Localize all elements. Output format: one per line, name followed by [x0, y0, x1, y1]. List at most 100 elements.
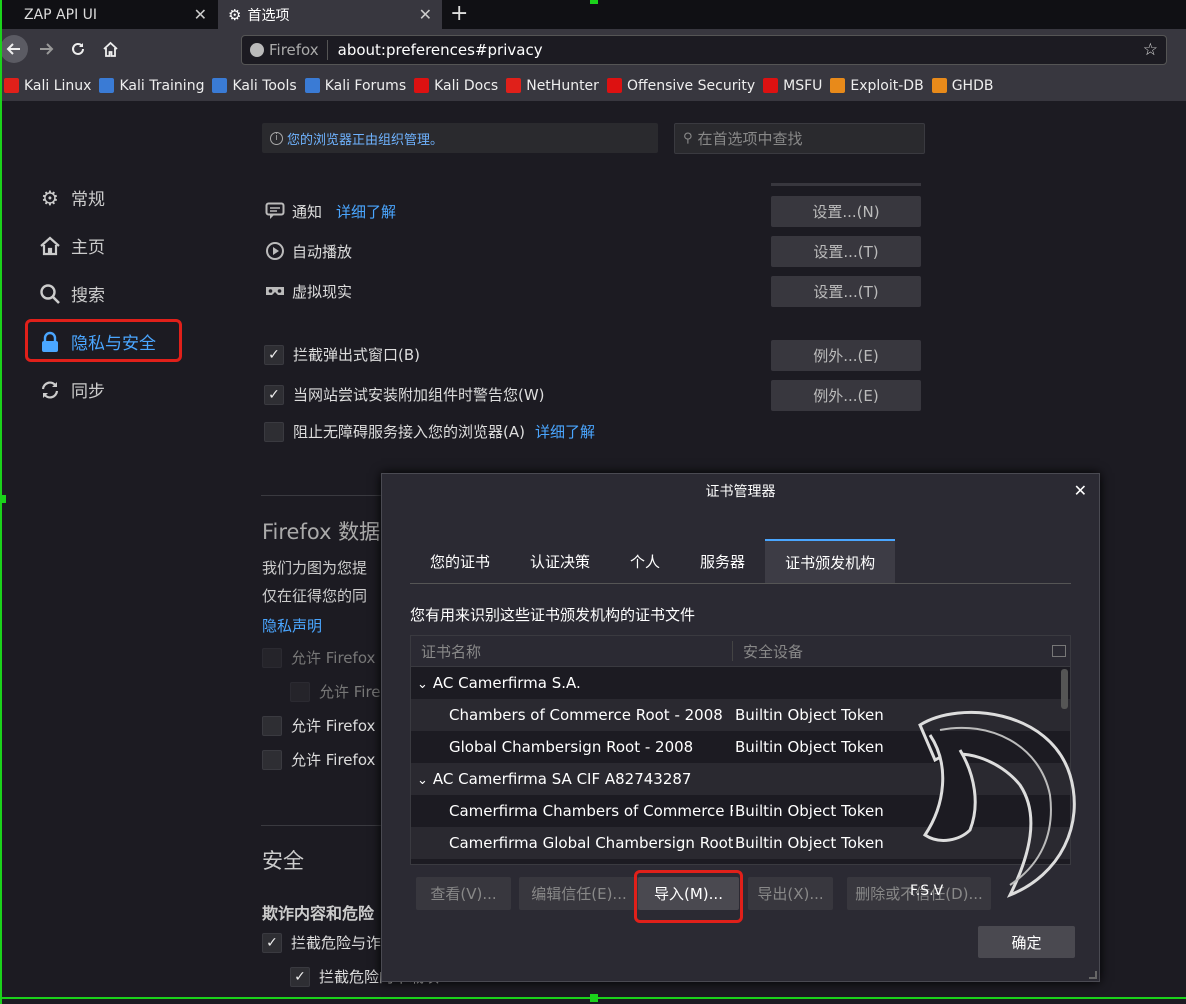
chevron-down-icon[interactable]: ⌄ — [417, 773, 428, 788]
allow-telemetry-row: 允许 Firefox — [262, 647, 375, 668]
section-divider — [261, 495, 381, 496]
export-button[interactable]: 导出(X)... — [748, 877, 833, 910]
allow-telemetry-checkbox[interactable] — [262, 647, 282, 668]
search-placeholder: 在首选项中查找 — [697, 130, 803, 148]
bookmark-item[interactable]: GHDB — [931, 77, 994, 94]
data-description-1: 我们力图为您提 — [262, 559, 368, 577]
bookmark-item[interactable]: Kali Forums — [304, 78, 406, 94]
url-address[interactable]: about:preferences#privacy — [328, 41, 543, 59]
search-icon — [38, 282, 62, 306]
block-dangerous-checkbox[interactable]: ✓ — [262, 932, 282, 953]
bookmark-label: MSFU — [783, 77, 823, 94]
column-security-device[interactable]: 安全设备 — [733, 641, 1052, 662]
tree-header: 证书名称 安全设备 — [411, 636, 1070, 667]
permission-notifications: 通知 详细了解 — [264, 200, 396, 222]
tab-people[interactable]: 个人 — [610, 539, 680, 583]
learn-more-link[interactable]: 详细了解 — [535, 421, 595, 442]
close-icon[interactable]: ✕ — [1074, 481, 1087, 500]
checkbox-label: 允许 Firefox — [291, 649, 376, 667]
allow-studies-row: 允许 Firefox — [262, 715, 375, 736]
tab-your-certificates[interactable]: 您的证书 — [410, 539, 510, 583]
privacy-notice-link[interactable]: 隐私声明 — [262, 615, 322, 636]
accessibility-block-row: 阻止无障碍服务接入您的浏览器(A) 详细了解 — [264, 421, 595, 442]
autoplay-settings-button[interactable]: 设置...(T) — [771, 236, 921, 267]
forward-button[interactable] — [32, 35, 60, 63]
bookmark-item[interactable]: NetHunter — [506, 78, 599, 94]
home-button[interactable] — [96, 35, 124, 63]
sidebar-item-home[interactable]: 主页 — [38, 233, 105, 258]
play-icon — [264, 240, 286, 262]
scrollbar-thumb[interactable] — [1061, 669, 1068, 709]
identity-box[interactable]: Firefox — [242, 40, 328, 60]
bookmark-item[interactable]: Offensive Security — [606, 78, 755, 94]
bookmark-favicon-icon — [830, 78, 846, 93]
bookmark-item[interactable]: Kali Tools — [212, 78, 297, 94]
vr-headset-icon — [264, 280, 286, 302]
accessibility-block-checkbox[interactable] — [264, 421, 284, 442]
cert-name-cell: Camerfirma Global Chambersign Root — [411, 834, 733, 852]
vr-settings-button[interactable]: 设置...(T) — [771, 276, 921, 307]
edit-trust-button[interactable]: 编辑信任(E)... — [519, 877, 639, 910]
new-tab-button[interactable]: + — [450, 1, 468, 26]
back-button[interactable] — [0, 35, 28, 63]
popup-exceptions-button[interactable]: 例外...(E) — [771, 340, 921, 371]
tab-authorities[interactable]: 证书颁发机构 — [765, 539, 896, 583]
sidebar-item-general[interactable]: ⚙ 常规 — [38, 185, 105, 211]
allow-studies-checkbox[interactable] — [262, 715, 282, 736]
tree-group-row[interactable]: ⌄ AC Camerfirma S.A. — [411, 667, 1070, 699]
star-icon[interactable]: ☆ — [1143, 40, 1158, 60]
block-downloads-checkbox[interactable]: ✓ — [290, 966, 310, 987]
bookmark-label: GHDB — [951, 77, 994, 94]
policy-banner-text: 您的浏览器正由组织管理。 — [287, 132, 444, 148]
addon-exceptions-button[interactable]: 例外...(E) — [771, 380, 921, 411]
tab-servers[interactable]: 服务器 — [680, 539, 765, 583]
column-picker-icon[interactable] — [1052, 645, 1066, 657]
resize-grip-icon[interactable] — [1089, 971, 1097, 979]
cert-name-text: Chambers of Commerce Root - 2008 — [449, 706, 723, 724]
bookmark-item[interactable]: Exploit-DB — [830, 78, 924, 94]
home-icon — [38, 234, 62, 258]
checkbox-label: 拦截危险与诈 — [291, 934, 382, 952]
bookmark-item[interactable]: Kali Linux — [4, 78, 91, 94]
allow-crash-reports-checkbox[interactable] — [262, 749, 282, 770]
cert-name-text: Camerfirma Global Chambersign Root — [449, 834, 733, 852]
bookmark-favicon-icon — [99, 78, 115, 93]
bookmark-favicon-icon — [304, 78, 320, 93]
learn-more-link[interactable]: 详细了解 — [336, 201, 396, 222]
close-tab-icon[interactable]: ✕ — [419, 5, 432, 24]
popup-block-checkbox[interactable]: ✓ — [264, 344, 284, 365]
checkbox-label: 拦截弹出式窗口(B) — [293, 346, 420, 364]
chevron-down-icon[interactable]: ⌄ — [417, 677, 428, 692]
bookmark-favicon-icon — [763, 78, 779, 93]
certificate-tabs: 您的证书 认证决策 个人 服务器 证书颁发机构 — [410, 539, 1071, 584]
sidebar-item-label: 主页 — [71, 238, 105, 258]
sidebar-item-search[interactable]: 搜索 — [38, 281, 105, 306]
checkbox-label: 允许 Fire — [319, 683, 381, 701]
notifications-settings-button[interactable]: 设置...(N) — [771, 196, 921, 227]
column-cert-name[interactable]: 证书名称 — [411, 641, 733, 661]
sidebar-item-sync[interactable]: 同步 — [38, 377, 105, 402]
bookmark-favicon-icon — [414, 78, 430, 93]
tab-label: ZAP API UI — [24, 6, 98, 23]
tab-zap-api-ui[interactable]: ZAP API UI ✕ — [0, 0, 217, 29]
ok-button[interactable]: 确定 — [978, 926, 1075, 958]
horse-watermark-logo: F.S.V — [910, 710, 1076, 899]
url-bar[interactable]: Firefox about:preferences#privacy ☆ — [241, 35, 1167, 65]
tab-authentication-decisions[interactable]: 认证决策 — [510, 539, 610, 583]
reload-button[interactable] — [64, 35, 92, 63]
bookmark-item[interactable]: Kali Docs — [414, 78, 498, 94]
bookmark-item[interactable]: MSFU — [763, 78, 822, 94]
bookmark-item[interactable]: Kali Training — [99, 78, 204, 94]
tab-preferences[interactable]: ⚙ 首选项 ✕ — [218, 0, 442, 29]
dialog-description: 您有用来识别这些证书颁发机构的证书文件 — [410, 606, 696, 624]
view-button[interactable]: 查看(V)... — [416, 877, 511, 910]
preferences-search-input[interactable]: ⚲ 在首选项中查找 — [674, 123, 925, 154]
policy-banner[interactable]: i 您的浏览器正由组织管理。 — [262, 123, 658, 153]
bookmark-favicon-icon — [931, 78, 947, 93]
addon-warn-checkbox[interactable]: ✓ — [264, 384, 284, 405]
bookmark-label: Kali Training — [119, 77, 205, 94]
close-tab-icon[interactable]: ✕ — [194, 5, 207, 24]
dialog-title: 证书管理器 — [705, 484, 776, 500]
watermark-text: F.S.V — [910, 883, 944, 899]
allow-telemetry-sub-checkbox[interactable] — [290, 681, 310, 702]
